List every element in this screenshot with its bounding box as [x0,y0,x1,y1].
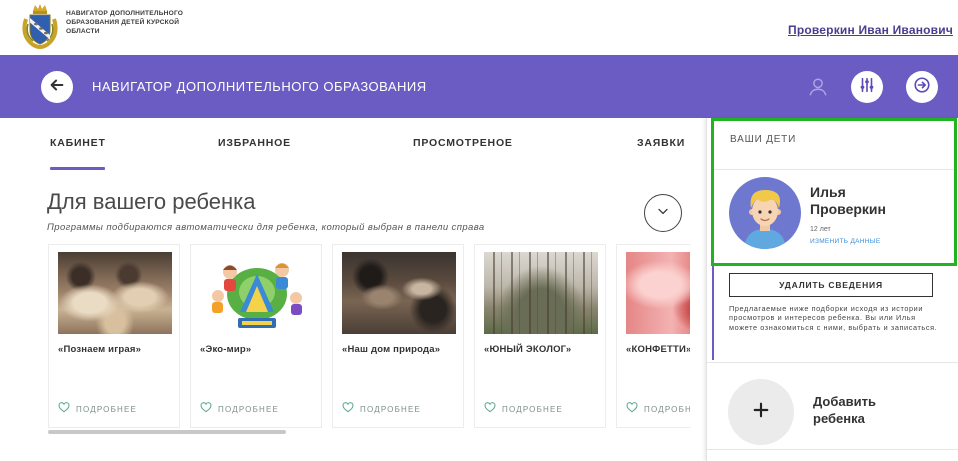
org-name-line: ОБРАЗОВАНИЯ ДЕТЕЙ КУРСКОЙ [66,19,180,26]
tab-applications[interactable]: ЗАЯВКИ [637,137,685,149]
tab-viewed[interactable]: ПРОСМОТРЕНОЕ [413,137,513,149]
program-image[interactable] [342,252,456,334]
section-title: Для вашего ребенка [47,189,256,214]
divider [707,362,958,363]
selection-indicator [712,266,714,360]
divider [707,449,958,450]
heart-icon[interactable] [484,400,496,418]
filter-button[interactable] [851,71,883,103]
program-title[interactable]: «Познаем играя» [58,344,141,355]
program-card[interactable]: «Наш дом природа» ПОДРОБНЕЕ [332,244,464,428]
delete-info-button[interactable]: УДАЛИТЬ СВЕДЕНИЯ [729,273,933,297]
logout-button[interactable] [906,71,938,103]
program-title[interactable]: «КОНФЕТТИ» [626,344,690,355]
heart-icon[interactable] [342,400,354,418]
child-age: 12 лет [810,226,831,233]
plus-icon[interactable] [752,401,770,424]
user-icon[interactable] [806,75,830,99]
user-profile-link[interactable]: Проверкин Иван Иванович [788,23,953,37]
details-label: ПОДРОБНЕЕ [644,404,690,414]
section-subtitle: Программы подбираются автоматически для … [47,222,485,233]
collapse-button[interactable] [644,194,682,232]
program-image[interactable] [58,252,172,334]
program-card[interactable]: «Познаем играя» ПОДРОБНЕЕ [48,244,180,428]
program-image[interactable] [200,252,314,334]
arrow-left-icon[interactable] [48,76,66,99]
child-last-name: Проверкин [810,201,886,217]
tab-favorites[interactable]: ИЗБРАННОЕ [218,137,291,149]
children-heading: ВАШИ ДЕТИ [730,134,797,145]
heart-icon[interactable] [200,400,212,418]
details-link[interactable]: ПОДРОБНЕЕ [58,400,137,418]
program-image[interactable] [626,252,690,334]
org-name-line: НАВИГАТОР ДОПОЛНИТЕЛЬНОГО [66,10,184,17]
top-bar: НАВИГАТОР ДОПОЛНИТЕЛЬНОГО ОБРАЗОВАНИЯ [0,55,958,118]
selected-child-card[interactable]: ВАШИ ДЕТИ Илья Проверкин 12 лет ИЗМЕНИТЬ… [711,118,957,266]
org-name-line: ОБЛАСТИ [66,28,100,35]
program-card[interactable]: «ЮНЫЙ ЭКОЛОГ» ПОДРОБНЕЕ [474,244,606,428]
main-content: КАБИНЕТ ИЗБРАННОЕ ПРОСМОТРЕНОЕ ЗАЯВКИ Дл… [0,118,706,461]
child-first-name: Илья [810,184,846,200]
program-card[interactable]: «КОНФЕТТИ» ПОДРОБНЕЕ [616,244,690,428]
details-label: ПОДРОБНЕЕ [218,404,280,414]
divider [714,169,954,170]
avatar[interactable] [729,177,801,249]
add-child-line: Добавить [813,394,876,409]
program-title[interactable]: «ЮНЫЙ ЭКОЛОГ» [484,344,571,355]
add-child-line: ребенка [813,411,865,426]
heart-icon[interactable] [58,400,70,418]
org-name: НАВИГАТОР ДОПОЛНИТЕЛЬНОГО ОБРАЗОВАНИЯ ДЕ… [66,9,183,36]
children-panel: ВАШИ ДЕТИ Илья Проверкин 12 лет ИЗМЕНИТЬ… [706,118,958,461]
active-tab-indicator [50,167,105,170]
page-title: НАВИГАТОР ДОПОЛНИТЕЛЬНОГО ОБРАЗОВАНИЯ [92,79,427,94]
programs-carousel: «Познаем играя» ПОДРОБНЕЕ «Эко-мир» ПОДР… [48,244,690,430]
carousel-scrollbar[interactable] [48,430,286,434]
add-child-button[interactable] [728,379,794,445]
coat-of-arms-logo[interactable] [20,4,60,50]
heart-icon[interactable] [626,400,638,418]
details-label: ПОДРОБНЕЕ [76,404,138,414]
details-link[interactable]: ПОДРОБНЕЕ [200,400,279,418]
details-link[interactable]: ПОДРОБНЕЕ [626,400,690,418]
details-link[interactable]: ПОДРОБНЕЕ [342,400,421,418]
child-name: Илья Проверкин [810,184,886,218]
program-image[interactable] [484,252,598,334]
program-title[interactable]: «Эко-мир» [200,344,251,355]
program-card[interactable]: «Эко-мир» ПОДРОБНЕЕ [190,244,322,428]
details-link[interactable]: ПОДРОБНЕЕ [484,400,563,418]
add-child-label[interactable]: Добавить ребенка [813,393,876,427]
details-label: ПОДРОБНЕЕ [502,404,564,414]
sliders-icon[interactable] [858,76,876,99]
details-label: ПОДРОБНЕЕ [360,404,422,414]
program-title[interactable]: «Наш дом природа» [342,344,440,355]
back-button[interactable] [41,71,73,103]
edit-child-link[interactable]: ИЗМЕНИТЬ ДАННЫЕ [810,238,880,245]
site-header: НАВИГАТОР ДОПОЛНИТЕЛЬНОГО ОБРАЗОВАНИЯ ДЕ… [0,0,958,55]
chevron-down-icon[interactable] [655,203,671,224]
tab-cabinet[interactable]: КАБИНЕТ [50,137,106,149]
logout-icon[interactable] [913,76,931,99]
recommendation-note: Предлагаемые ниже подборки исходя из ист… [729,304,938,332]
